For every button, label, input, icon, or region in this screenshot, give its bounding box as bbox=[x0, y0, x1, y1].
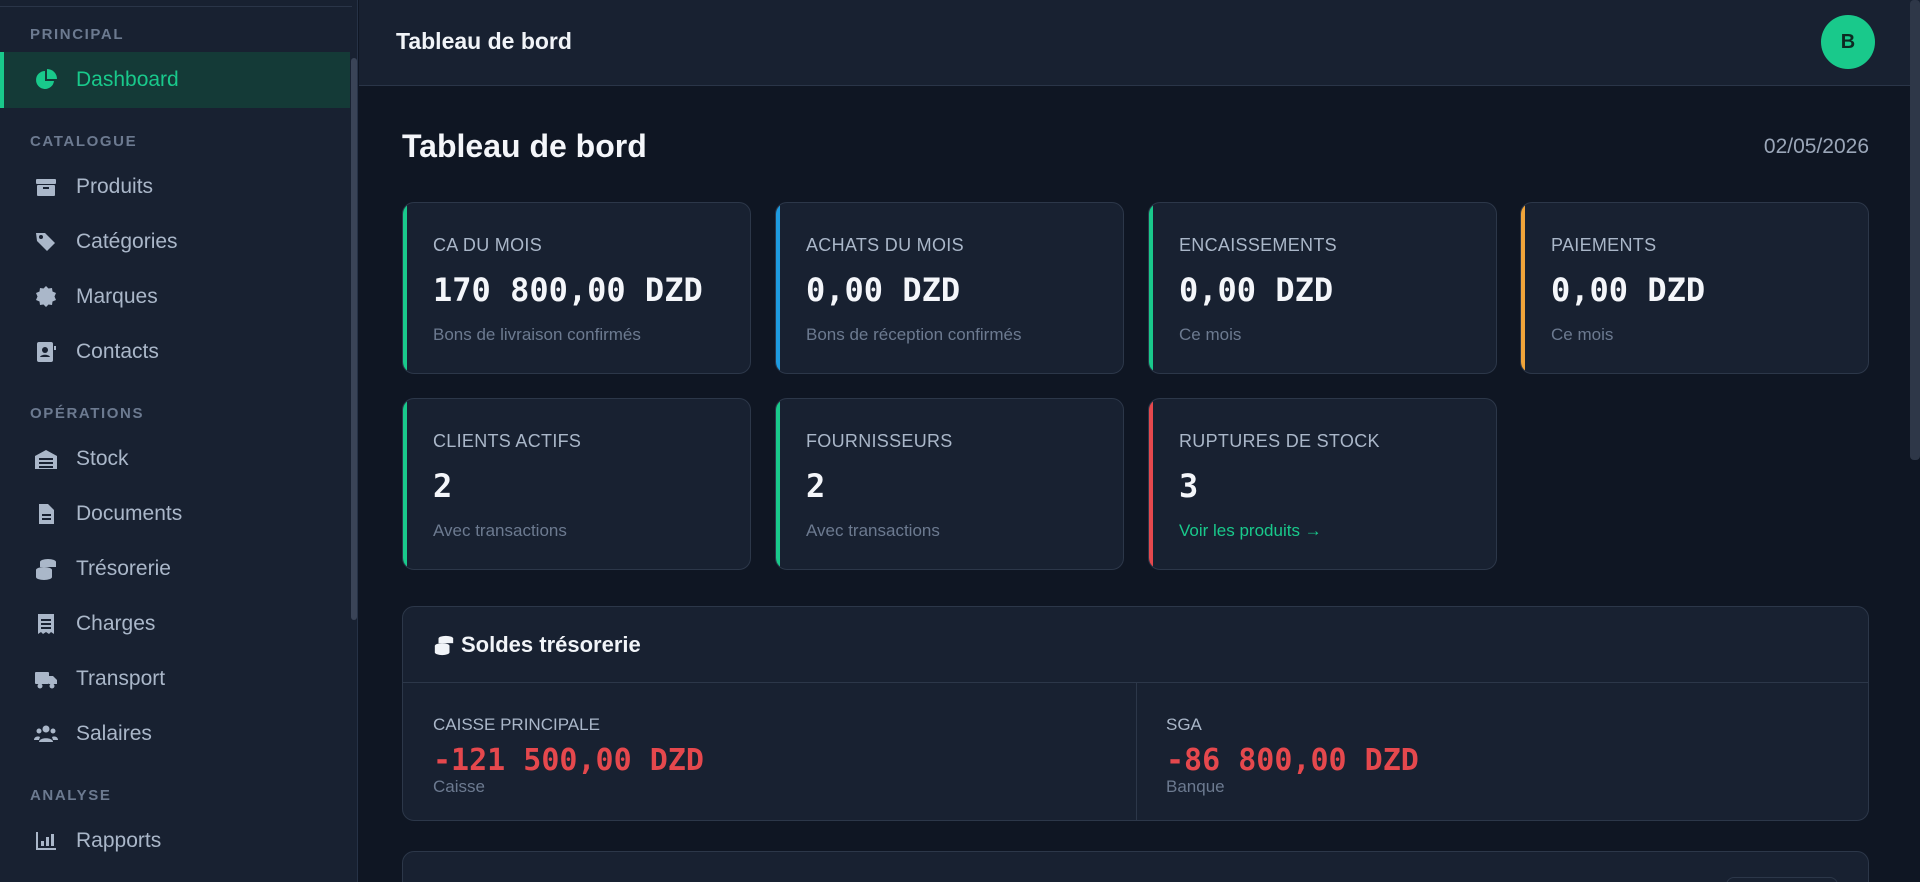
stat-card-encaissements: ENCAISSEMENTS 0,00 DZD Ce mois bbox=[1148, 202, 1497, 374]
truck-icon bbox=[34, 667, 58, 691]
treasury-panel-header: Soldes trésorerie bbox=[403, 607, 1868, 683]
sidebar: PRINCIPAL Dashboard CATALOGUE Produits C… bbox=[0, 0, 358, 882]
card-accent-bar bbox=[1149, 399, 1153, 569]
sidebar-item-categories[interactable]: Catégories bbox=[0, 214, 350, 270]
header-title: Tableau de bord bbox=[396, 28, 572, 54]
treasury-panel: Soldes trésorerie CAISSE PRINCIPALE -121… bbox=[402, 606, 1869, 821]
card-label: FOURNISSEURS bbox=[806, 431, 953, 451]
sidebar-item-label: Catégories bbox=[76, 230, 178, 253]
page-title: Tableau de bord bbox=[402, 128, 647, 164]
sidebar-item-documents[interactable]: Documents bbox=[0, 486, 350, 542]
section-label-principal: PRINCIPAL bbox=[30, 26, 125, 43]
pie-chart-icon bbox=[34, 68, 58, 92]
view-products-link[interactable]: Voir les produits → bbox=[1179, 521, 1322, 541]
sidebar-item-label: Marques bbox=[76, 285, 158, 308]
sidebar-item-marques[interactable]: Marques bbox=[0, 269, 350, 325]
card-label: ENCAISSEMENTS bbox=[1179, 235, 1337, 255]
users-icon bbox=[34, 722, 58, 746]
sidebar-item-label: Rapports bbox=[76, 829, 162, 852]
card-label: CA DU MOIS bbox=[433, 235, 543, 255]
account-balance: -86 800,00 DZD bbox=[1166, 743, 1419, 778]
card-subtext: Ce mois bbox=[1551, 325, 1614, 344]
sidebar-item-contacts[interactable]: Contacts bbox=[0, 324, 350, 380]
card-accent-bar bbox=[1149, 203, 1153, 373]
coins-icon bbox=[34, 557, 58, 581]
sidebar-item-label: Transport bbox=[76, 667, 166, 690]
panel-action-button[interactable] bbox=[1726, 877, 1838, 882]
card-accent-bar bbox=[1521, 203, 1525, 373]
card-value: 2 bbox=[433, 467, 453, 505]
bar-chart-icon bbox=[34, 829, 58, 853]
sidebar-divider bbox=[0, 6, 352, 7]
sidebar-item-label: Salaires bbox=[76, 722, 152, 745]
card-subtext: Ce mois bbox=[1179, 325, 1242, 344]
sidebar-item-label: Trésorerie bbox=[76, 557, 171, 580]
treasury-divider bbox=[1136, 683, 1137, 820]
sidebar-item-tresorerie[interactable]: Trésorerie bbox=[0, 541, 350, 597]
stat-card-ruptures-de-stock: RUPTURES DE STOCK 3 Voir les produits → bbox=[1148, 398, 1497, 570]
card-accent-bar bbox=[403, 399, 407, 569]
stat-card-paiements: PAIEMENTS 0,00 DZD Ce mois bbox=[1520, 202, 1869, 374]
page-date: 02/05/2026 bbox=[1763, 135, 1869, 158]
stat-card-ca-du-mois: CA DU MOIS 170 800,00 DZD Bons de livrai… bbox=[402, 202, 751, 374]
tags-icon bbox=[34, 230, 58, 254]
stat-card-clients-actifs: CLIENTS ACTIFS 2 Avec transactions bbox=[402, 398, 751, 570]
page-scrollbar[interactable] bbox=[1910, 0, 1920, 460]
card-label: ACHATS DU MOIS bbox=[806, 235, 964, 255]
sidebar-item-label: Charges bbox=[76, 612, 156, 635]
sidebar-item-produits[interactable]: Produits bbox=[0, 159, 350, 215]
account-name: CAISSE PRINCIPALE bbox=[433, 715, 600, 734]
treasury-title: Soldes trésorerie bbox=[433, 632, 641, 658]
badge-icon bbox=[34, 285, 58, 309]
address-book-icon bbox=[34, 340, 58, 364]
sidebar-item-rapports[interactable]: Rapports bbox=[0, 813, 350, 869]
sidebar-item-label: Contacts bbox=[76, 340, 159, 363]
sidebar-item-dashboard[interactable]: Dashboard bbox=[0, 52, 350, 108]
box-icon bbox=[34, 175, 58, 199]
sidebar-scrollbar[interactable] bbox=[351, 58, 357, 620]
warehouse-icon bbox=[34, 447, 58, 471]
card-label: PAIEMENTS bbox=[1551, 235, 1657, 255]
card-subtext: Avec transactions bbox=[806, 521, 940, 540]
sidebar-item-label: Produits bbox=[76, 175, 154, 198]
section-label-analyse: ANALYSE bbox=[30, 787, 112, 804]
sidebar-item-charges[interactable]: Charges bbox=[0, 596, 350, 652]
sidebar-item-transport[interactable]: Transport bbox=[0, 651, 350, 707]
account-type: Banque bbox=[1166, 777, 1225, 796]
account-name: SGA bbox=[1166, 715, 1202, 734]
card-accent-bar bbox=[776, 203, 780, 373]
card-value: 0,00 DZD bbox=[1179, 271, 1334, 309]
card-accent-bar bbox=[403, 203, 407, 373]
card-label: RUPTURES DE STOCK bbox=[1179, 431, 1380, 451]
sidebar-item-label: Dashboard bbox=[76, 68, 179, 91]
stat-card-fournisseurs: FOURNISSEURS 2 Avec transactions bbox=[775, 398, 1124, 570]
sidebar-item-label: Stock bbox=[76, 447, 129, 470]
coins-icon bbox=[434, 635, 454, 656]
avatar[interactable]: B bbox=[1821, 15, 1875, 69]
card-label: CLIENTS ACTIFS bbox=[433, 431, 582, 451]
sidebar-item-salaires[interactable]: Salaires bbox=[0, 706, 350, 762]
card-value: 3 bbox=[1179, 467, 1199, 505]
card-value: 2 bbox=[806, 467, 826, 505]
account-balance: -121 500,00 DZD bbox=[433, 743, 704, 778]
section-label-operations: OPÉRATIONS bbox=[30, 405, 145, 422]
file-icon bbox=[34, 502, 58, 526]
receipt-icon bbox=[34, 612, 58, 636]
next-panel bbox=[402, 851, 1869, 882]
card-subtext: Bons de livraison confirmés bbox=[433, 325, 641, 344]
card-value: 0,00 DZD bbox=[806, 271, 961, 309]
card-subtext: Bons de réception confirmés bbox=[806, 325, 1022, 344]
account-type: Caisse bbox=[433, 777, 485, 796]
treasury-title-text: Soldes trésorerie bbox=[461, 632, 641, 657]
section-label-catalogue: CATALOGUE bbox=[30, 133, 138, 150]
card-value: 170 800,00 DZD bbox=[433, 271, 703, 309]
card-accent-bar bbox=[776, 399, 780, 569]
sidebar-item-stock[interactable]: Stock bbox=[0, 431, 350, 487]
top-bar: Tableau de bord B bbox=[359, 0, 1920, 86]
stat-card-achats-du-mois: ACHATS DU MOIS 0,00 DZD Bons de réceptio… bbox=[775, 202, 1124, 374]
card-value: 0,00 DZD bbox=[1551, 271, 1706, 309]
card-subtext: Avec transactions bbox=[433, 521, 567, 540]
sidebar-item-label: Documents bbox=[76, 502, 183, 525]
